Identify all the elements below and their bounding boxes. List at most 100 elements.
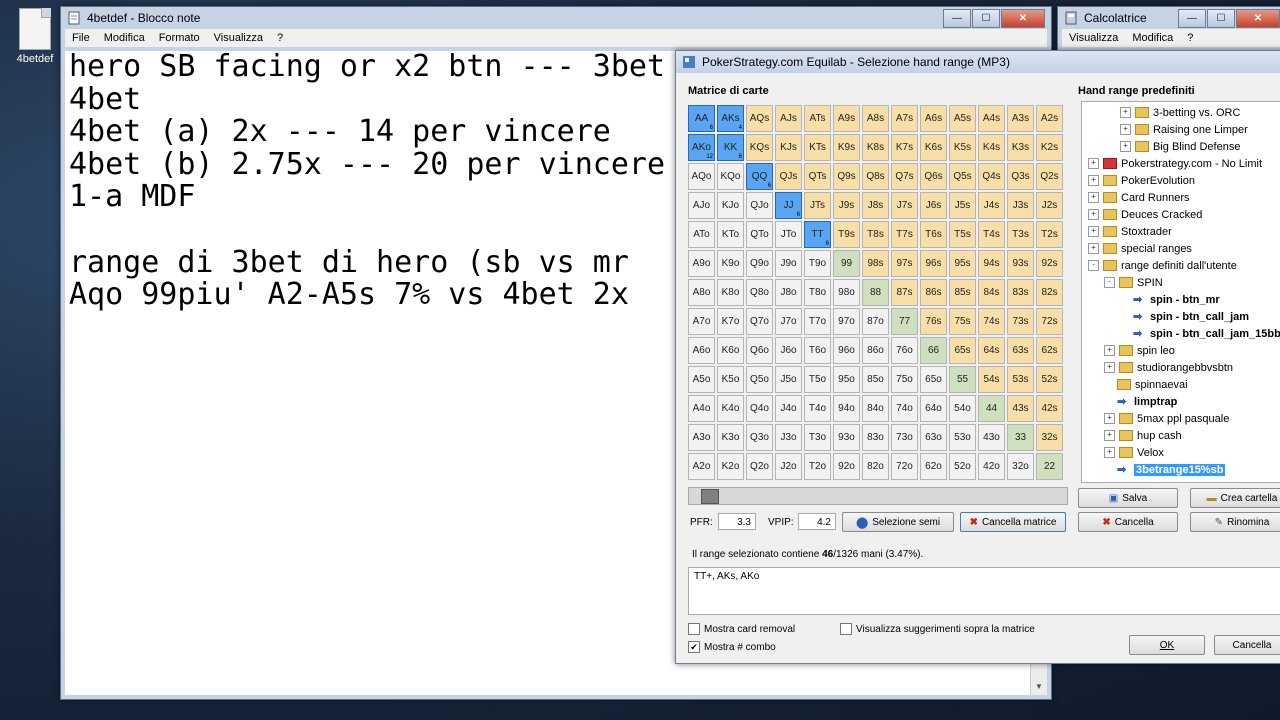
tree-item[interactable]: + spin leo xyxy=(1104,342,1175,359)
hand-cell-92s[interactable]: 92s xyxy=(1036,250,1063,277)
hand-cell-87o[interactable]: 87o xyxy=(862,308,889,335)
expand-icon[interactable]: + xyxy=(1088,226,1099,237)
hand-cell-q2s[interactable]: Q2s xyxy=(1036,163,1063,190)
minimize-button[interactable]: — xyxy=(943,8,971,28)
hand-cell-jto[interactable]: JTo xyxy=(775,221,802,248)
range-text-input[interactable]: TT+, AKs, AKo xyxy=(688,567,1280,615)
hand-cell-99[interactable]: 99 xyxy=(833,250,860,277)
hand-cell-j4s[interactable]: J4s xyxy=(978,192,1005,219)
hand-cell-k7s[interactable]: K7s xyxy=(891,134,918,161)
expand-icon[interactable]: + xyxy=(1104,413,1115,424)
hand-cell-a5o[interactable]: A5o xyxy=(688,366,715,393)
tree-item[interactable]: + hup cash xyxy=(1104,427,1182,444)
calc-menu-visualizza[interactable]: Visualizza xyxy=(1062,32,1125,44)
equilab-titlebar[interactable]: PokerStrategy.com Equilab - Selezione ha… xyxy=(676,51,1280,73)
calc-close-button[interactable]: ✕ xyxy=(1236,8,1280,28)
hand-cell-aqs[interactable]: AQs xyxy=(746,105,773,132)
expand-icon[interactable]: + xyxy=(1104,362,1115,373)
suggestions-checkbox[interactable]: Visualizza suggerimenti sopra la matrice xyxy=(840,623,1035,635)
hand-cell-55[interactable]: 55 xyxy=(949,366,976,393)
hand-cell-j8o[interactable]: J8o xyxy=(775,279,802,306)
hand-cell-88[interactable]: 88 xyxy=(862,279,889,306)
hand-cell-t4s[interactable]: T4s xyxy=(978,221,1005,248)
hand-cell-k6s[interactable]: K6s xyxy=(920,134,947,161)
hand-cell-63o[interactable]: 63o xyxy=(920,424,947,451)
hand-cell-76o[interactable]: 76o xyxy=(891,337,918,364)
hand-cell-q2o[interactable]: Q2o xyxy=(746,453,773,480)
hand-cell-qjo[interactable]: QJo xyxy=(746,192,773,219)
hand-cell-a4s[interactable]: A4s xyxy=(978,105,1005,132)
expand-icon[interactable]: + xyxy=(1120,124,1131,135)
tree-item[interactable]: + Stoxtrader xyxy=(1088,223,1172,240)
tree-item[interactable]: + Card Runners xyxy=(1088,189,1189,206)
hand-cell-84o[interactable]: 84o xyxy=(862,395,889,422)
hand-cell-62s[interactable]: 62s xyxy=(1036,337,1063,364)
hand-cell-kjo[interactable]: KJo xyxy=(717,192,744,219)
notepad-titlebar[interactable]: 4betdef - Blocco note — ☐ ✕ xyxy=(61,7,1051,29)
hand-cell-kto[interactable]: KTo xyxy=(717,221,744,248)
menu-visualizza[interactable]: Visualizza xyxy=(207,32,270,44)
hand-cell-q5o[interactable]: Q5o xyxy=(746,366,773,393)
calc-menu-help[interactable]: ? xyxy=(1180,32,1200,44)
hand-cell-53s[interactable]: 53s xyxy=(1007,366,1034,393)
hand-cell-82s[interactable]: 82s xyxy=(1036,279,1063,306)
hand-cell-j7o[interactable]: J7o xyxy=(775,308,802,335)
hand-cell-t2o[interactable]: T2o xyxy=(804,453,831,480)
hand-cell-q9o[interactable]: Q9o xyxy=(746,250,773,277)
hand-cell-62o[interactable]: 62o xyxy=(920,453,947,480)
hand-cell-74s[interactable]: 74s xyxy=(978,308,1005,335)
hand-cell-tt[interactable]: TT 6 xyxy=(804,221,831,248)
create-folder-button[interactable]: ▬ Crea cartella xyxy=(1190,488,1280,508)
hand-cell-j2s[interactable]: J2s xyxy=(1036,192,1063,219)
tree-item[interactable]: +5max ppl pasquale xyxy=(1104,410,1229,427)
tree-item[interactable]: + studiorangebbvsbtn xyxy=(1104,359,1233,376)
hand-cell-t7s[interactable]: T7s xyxy=(891,221,918,248)
hand-cell-kqo[interactable]: KQo xyxy=(717,163,744,190)
hand-cell-76s[interactable]: 76s xyxy=(920,308,947,335)
hand-cell-kqs[interactable]: KQs xyxy=(746,134,773,161)
hand-cell-k5s[interactable]: K5s xyxy=(949,134,976,161)
hand-cell-q3s[interactable]: Q3s xyxy=(1007,163,1034,190)
hand-cell-a9s[interactable]: A9s xyxy=(833,105,860,132)
hand-cell-k2o[interactable]: K2o xyxy=(717,453,744,480)
hand-cell-t5s[interactable]: T5s xyxy=(949,221,976,248)
hand-cell-k8o[interactable]: K8o xyxy=(717,279,744,306)
hand-cell-t3o[interactable]: T3o xyxy=(804,424,831,451)
calculator-titlebar[interactable]: Calcolatrice — ☐ ✕ xyxy=(1058,7,1280,29)
hand-cell-j3o[interactable]: J3o xyxy=(775,424,802,451)
hand-cell-32o[interactable]: 32o xyxy=(1007,453,1034,480)
hand-cell-t9s[interactable]: T9s xyxy=(833,221,860,248)
hand-cell-t3s[interactable]: T3s xyxy=(1007,221,1034,248)
hand-cell-kk[interactable]: KK 6 xyxy=(717,134,744,161)
hand-cell-65s[interactable]: 65s xyxy=(949,337,976,364)
hand-cell-83s[interactable]: 83s xyxy=(1007,279,1034,306)
tree-item[interactable]: ➡ 3betrange15%sb xyxy=(1104,461,1226,478)
expand-icon[interactable]: + xyxy=(1104,345,1115,356)
hand-cell-q6o[interactable]: Q6o xyxy=(746,337,773,364)
expand-icon[interactable]: + xyxy=(1120,107,1131,118)
hand-cell-95o[interactable]: 95o xyxy=(833,366,860,393)
hand-cell-52s[interactable]: 52s xyxy=(1036,366,1063,393)
hand-cell-96s[interactable]: 96s xyxy=(920,250,947,277)
hand-cell-a8s[interactable]: A8s xyxy=(862,105,889,132)
hand-cell-k3o[interactable]: K3o xyxy=(717,424,744,451)
hand-cell-94o[interactable]: 94o xyxy=(833,395,860,422)
hand-cell-64s[interactable]: 64s xyxy=(978,337,1005,364)
expand-icon[interactable]: + xyxy=(1088,175,1099,186)
hand-cell-ato[interactable]: ATo xyxy=(688,221,715,248)
hand-cell-q8s[interactable]: Q8s xyxy=(862,163,889,190)
hand-cell-86s[interactable]: 86s xyxy=(920,279,947,306)
menu-modifica[interactable]: Modifica xyxy=(97,32,152,44)
hand-cell-75o[interactable]: 75o xyxy=(891,366,918,393)
hand-cell-85s[interactable]: 85s xyxy=(949,279,976,306)
hand-cell-k3s[interactable]: K3s xyxy=(1007,134,1034,161)
desktop-file-icon[interactable]: 4betdef xyxy=(10,8,60,65)
hand-cell-j5s[interactable]: J5s xyxy=(949,192,976,219)
tree-item[interactable]: + PokerEvolution xyxy=(1088,172,1195,189)
hand-cell-a6o[interactable]: A6o xyxy=(688,337,715,364)
hand-cell-kjs[interactable]: KJs xyxy=(775,134,802,161)
hand-cell-73s[interactable]: 73s xyxy=(1007,308,1034,335)
pfr-input[interactable]: 3.3 xyxy=(718,513,756,530)
hand-cell-72o[interactable]: 72o xyxy=(891,453,918,480)
hand-cell-64o[interactable]: 64o xyxy=(920,395,947,422)
